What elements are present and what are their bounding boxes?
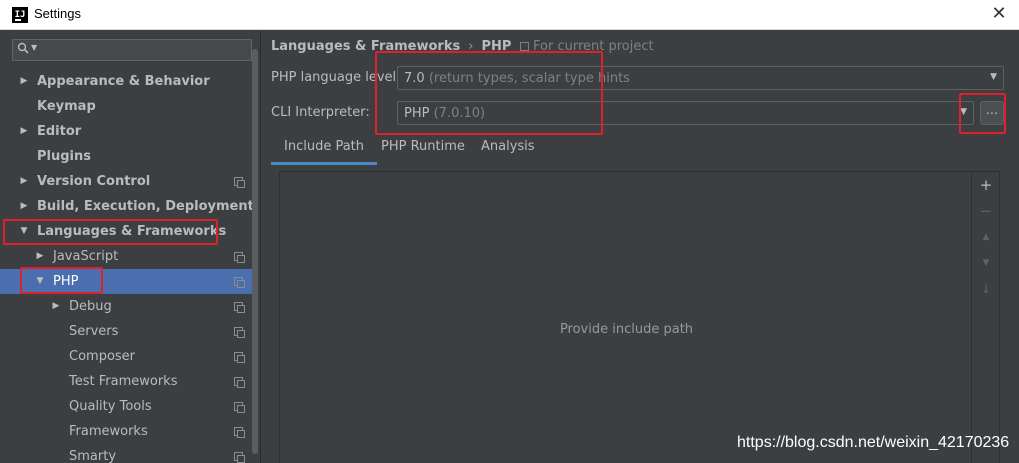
sidebar-item-label: PHP (53, 274, 79, 289)
cli-interpreter-select[interactable]: PHP (7.0.10) ▼ (397, 101, 974, 125)
include-path-empty-text: Provide include path (559, 322, 694, 337)
sidebar-scroll-thumb[interactable] (252, 49, 258, 454)
project-scope-icon (234, 252, 245, 263)
chevron-down-icon: ▼ (960, 107, 967, 117)
sidebar-item[interactable]: Test Frameworks (0, 369, 258, 394)
expanded-arrow-icon[interactable]: ▼ (18, 219, 30, 244)
sidebar-item-label: Plugins (37, 149, 91, 164)
sidebar-item[interactable]: Quality Tools (0, 394, 258, 419)
sidebar-item-label: Servers (69, 324, 119, 339)
collapsed-arrow-icon[interactable]: ▶ (50, 294, 62, 319)
tab-php-runtime[interactable]: PHP Runtime (368, 135, 478, 165)
breadcrumb-current: PHP (481, 39, 512, 54)
expanded-arrow-icon[interactable]: ▼ (34, 269, 46, 294)
sidebar-item-label: Keymap (37, 99, 96, 114)
sidebar-item-label: Editor (37, 124, 82, 139)
intellij-app-icon: IJ (12, 7, 28, 23)
project-scope-icon (234, 277, 245, 288)
project-scope-icon (234, 302, 245, 313)
close-icon[interactable]: ✕ (989, 4, 1009, 24)
sidebar-item-label: Quality Tools (69, 399, 152, 414)
project-scope-icon (234, 177, 245, 188)
sidebar-item-label: Frameworks (69, 424, 148, 439)
include-path-toolbar: + − ▲ ▼ ↓ (972, 171, 1000, 463)
sidebar-item[interactable]: Servers (0, 319, 258, 344)
cli-interpreter-value: PHP (7.0.10) (404, 106, 486, 121)
search-options-chevron-icon[interactable]: ▼ (31, 43, 37, 52)
sidebar-item[interactable]: Keymap (0, 94, 258, 119)
project-scope-icon (234, 402, 245, 413)
sidebar-item[interactable]: ▶ Editor (0, 119, 258, 144)
project-scope-icon (234, 452, 245, 463)
project-scope-icon (234, 427, 245, 438)
for-current-project-note: For current project (520, 39, 654, 54)
collapsed-arrow-icon[interactable]: ▶ (18, 69, 30, 94)
sidebar-item[interactable]: ▼ PHP (0, 269, 258, 294)
settings-sidebar: ▼ ▶ Appearance & Behavior Keymap ▶ Editor Plu… (0, 31, 261, 463)
sidebar-item-label: Smarty (69, 449, 117, 463)
sidebar-item[interactable]: Smarty (0, 444, 258, 463)
remove-icon[interactable]: − (979, 204, 993, 219)
php-language-level-value: 7.0 (return types, scalar type hints (404, 71, 630, 86)
sort-icon[interactable]: ↓ (979, 282, 993, 296)
sidebar-item[interactable]: ▶ Debug (0, 294, 258, 319)
tab-analysis[interactable]: Analysis (468, 135, 548, 165)
sidebar-item[interactable]: Composer (0, 344, 258, 369)
sidebar-item[interactable]: ▶ JavaScript (0, 244, 258, 269)
window-title: Settings (34, 6, 81, 21)
collapsed-arrow-icon[interactable]: ▶ (18, 119, 30, 144)
move-down-icon[interactable]: ▼ (979, 256, 993, 270)
cli-interpreter-label: CLI Interpreter: (271, 105, 370, 120)
sidebar-item-label: JavaScript (53, 249, 119, 264)
add-icon[interactable]: + (979, 178, 993, 193)
project-scope-icon (234, 352, 245, 363)
collapsed-arrow-icon[interactable]: ▶ (18, 169, 30, 194)
php-language-level-select[interactable]: 7.0 (return types, scalar type hints ▼ (397, 66, 1004, 90)
sidebar-item[interactable]: ▼ Languages & Frameworks (0, 219, 258, 244)
settings-search-input[interactable]: ▼ (12, 39, 252, 61)
sidebar-scrollbar[interactable] (251, 31, 259, 463)
sidebar-item[interactable]: Frameworks (0, 419, 258, 444)
browse-interpreters-button[interactable]: ... (980, 101, 1004, 125)
watermark: https://blog.csdn.net/weixin_42170236 (737, 434, 1010, 451)
collapsed-arrow-icon[interactable]: ▶ (34, 244, 46, 269)
title-bar: IJ Settings ✕ (0, 0, 1019, 30)
sidebar-item-label: Appearance & Behavior (37, 74, 210, 89)
breadcrumb: Languages & Frameworks › PHP (271, 39, 511, 54)
sidebar-item[interactable]: ▶ Version Control (0, 169, 258, 194)
tab-include-path[interactable]: Include Path (271, 135, 378, 165)
collapsed-arrow-icon[interactable]: ▶ (18, 194, 30, 219)
sidebar-item-label: Version Control (37, 174, 151, 189)
sidebar-item-label: Test Frameworks (69, 374, 178, 389)
project-scope-icon (520, 42, 529, 51)
sidebar-item[interactable]: ▶ Appearance & Behavior (0, 69, 258, 94)
settings-main-panel: Languages & Frameworks › PHP For current p… (262, 31, 1019, 463)
for-current-project-text: For current project (533, 39, 654, 54)
sidebar-item[interactable]: Plugins (0, 144, 258, 169)
include-path-list[interactable]: Provide include path (279, 171, 972, 463)
sidebar-item-label: Build, Execution, Deployment (37, 199, 254, 214)
move-up-icon[interactable]: ▲ (979, 230, 993, 244)
chevron-down-icon: ▼ (990, 72, 997, 82)
search-icon (17, 42, 29, 54)
project-scope-icon (234, 327, 245, 338)
php-language-level-label: PHP language level: (271, 70, 401, 85)
project-scope-icon (234, 377, 245, 388)
settings-tree: ▶ Appearance & Behavior Keymap ▶ Editor Plugi… (0, 69, 258, 463)
sidebar-item[interactable]: ▶ Build, Execution, Deployment (0, 194, 258, 219)
breadcrumb-separator: › (468, 39, 474, 54)
breadcrumb-parent[interactable]: Languages & Frameworks (271, 39, 460, 54)
sidebar-item-label: Debug (69, 299, 112, 314)
sidebar-item-label: Languages & Frameworks (37, 224, 227, 239)
sidebar-item-label: Composer (69, 349, 136, 364)
